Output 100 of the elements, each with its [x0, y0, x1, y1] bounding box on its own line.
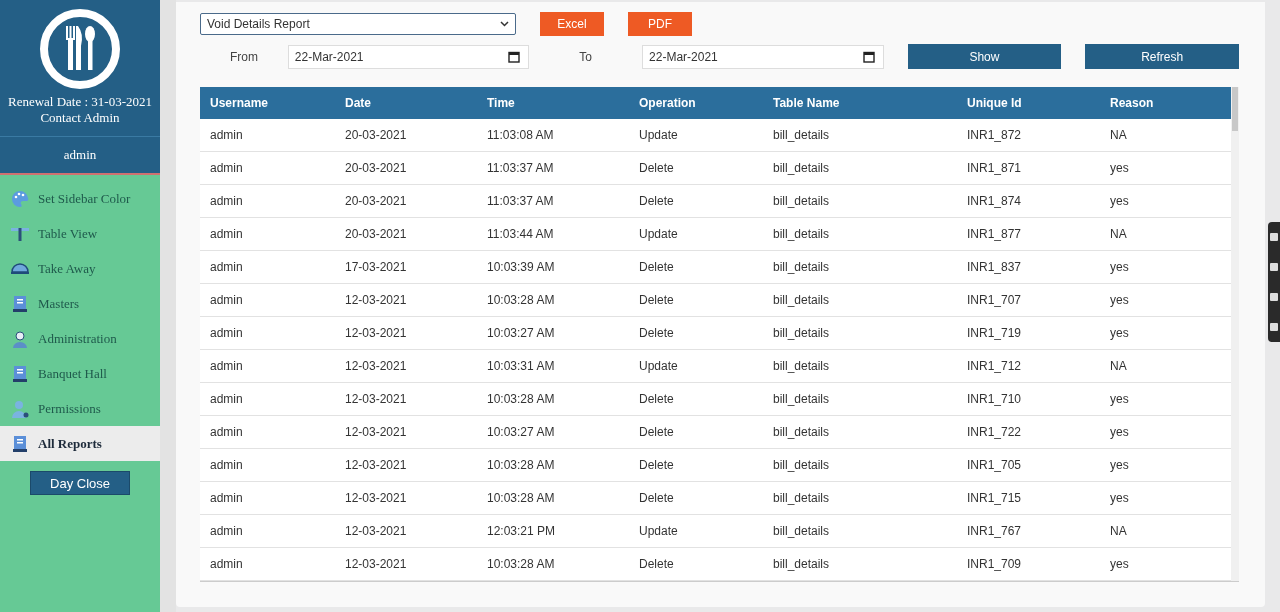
table-cell: Delete: [629, 547, 763, 581]
sidebar-item[interactable]: Set Sidebar Color: [0, 181, 160, 216]
toolbar-icon[interactable]: [1270, 233, 1278, 241]
table-cell: yes: [1100, 547, 1231, 581]
chevron-down-icon: [500, 21, 509, 27]
table-cell: bill_details: [763, 547, 957, 581]
table-cell: INR1_707: [957, 283, 1100, 317]
table-cell: 10:03:28 AM: [477, 481, 629, 515]
table-cell: yes: [1100, 382, 1231, 416]
table-cell: Delete: [629, 415, 763, 449]
to-label: To: [578, 49, 594, 64]
table-cell: admin: [200, 250, 335, 284]
table-cell: INR1_871: [957, 151, 1100, 185]
day-close-button[interactable]: Day Close: [30, 471, 130, 495]
to-date-field[interactable]: 22-Mar-2021: [642, 44, 884, 69]
sidebar-item[interactable]: Banquet Hall: [0, 356, 160, 391]
table-cell: 12-03-2021: [335, 514, 477, 548]
table-cell: NA: [1100, 514, 1231, 548]
table-cell: 11:03:44 AM: [477, 217, 629, 251]
toolbar-icon[interactable]: [1270, 323, 1278, 331]
sidebar-item[interactable]: Administration: [0, 321, 160, 356]
table-cell: 20-03-2021: [335, 119, 477, 152]
calendar-icon[interactable]: [862, 50, 875, 63]
table-cell: yes: [1100, 316, 1231, 350]
column-header[interactable]: Operation: [629, 87, 763, 119]
toolbar-icon[interactable]: [1270, 263, 1278, 271]
column-header[interactable]: Table Name: [763, 87, 957, 119]
column-header[interactable]: Reason: [1100, 87, 1231, 119]
sidebar-item[interactable]: Permissions: [0, 391, 160, 426]
table-cell: 12-03-2021: [335, 547, 477, 581]
table-cell: bill_details: [763, 151, 957, 185]
table-cell: admin: [200, 382, 335, 416]
table-cell: 20-03-2021: [335, 184, 477, 218]
contact-admin-text: Contact Admin: [40, 110, 120, 126]
table-cell: Delete: [629, 283, 763, 317]
pdf-button[interactable]: PDF: [628, 12, 692, 36]
table-cell: 12-03-2021: [335, 316, 477, 350]
refresh-button[interactable]: Refresh: [1085, 44, 1239, 69]
toolbar-icon[interactable]: [1270, 293, 1278, 301]
table-cell: Update: [629, 349, 763, 383]
table-cell: bill_details: [763, 349, 957, 383]
show-button[interactable]: Show: [907, 44, 1062, 69]
table-cell: Delete: [629, 250, 763, 284]
table-cell: admin: [200, 514, 335, 548]
table-cell: INR1_710: [957, 382, 1100, 416]
table-cell: 11:03:37 AM: [477, 184, 629, 218]
table-cell: INR1_872: [957, 119, 1100, 152]
table-cell: bill_details: [763, 217, 957, 251]
service-bell-icon: [10, 262, 30, 275]
user-icon: [10, 398, 30, 419]
excel-button[interactable]: Excel: [540, 12, 604, 36]
table-cell: INR1_719: [957, 316, 1100, 350]
column-header[interactable]: Unique Id: [957, 87, 1100, 119]
table-cell: bill_details: [763, 250, 957, 284]
table-cell: Delete: [629, 382, 763, 416]
table-cell: yes: [1100, 283, 1231, 317]
person-icon: [10, 328, 30, 349]
sidebar-item[interactable]: Take Away: [0, 251, 160, 286]
table-cell: 12-03-2021: [335, 349, 477, 383]
calendar-icon[interactable]: [508, 50, 521, 63]
table-cell: admin: [200, 316, 335, 350]
from-date-field[interactable]: 22-Mar-2021: [287, 44, 530, 69]
sidebar-item[interactable]: All Reports: [0, 426, 160, 461]
table-cell: INR1_712: [957, 349, 1100, 383]
table-cell: NA: [1100, 217, 1231, 251]
table-cell: Update: [629, 217, 763, 251]
table-cell: 11:03:37 AM: [477, 151, 629, 185]
palette-icon: [10, 188, 30, 209]
table-cell: INR1_722: [957, 415, 1100, 449]
table-cell: bill_details: [763, 382, 957, 416]
table-cell: Delete: [629, 448, 763, 482]
book-icon: [10, 363, 30, 384]
table-cell: bill_details: [763, 415, 957, 449]
table-cell: 10:03:28 AM: [477, 382, 629, 416]
table-cell: admin: [200, 151, 335, 185]
table-cell: bill_details: [763, 283, 957, 317]
table-cell: bill_details: [763, 119, 957, 152]
table-cell: bill_details: [763, 448, 957, 482]
scrollbar[interactable]: [1231, 87, 1239, 581]
table-cell: 20-03-2021: [335, 217, 477, 251]
table-cell: yes: [1100, 415, 1231, 449]
column-header[interactable]: Username: [200, 87, 335, 119]
table-cell: 12-03-2021: [335, 481, 477, 515]
table-cell: 20-03-2021: [335, 151, 477, 185]
table-cell: INR1_709: [957, 547, 1100, 581]
column-header[interactable]: Date: [335, 87, 477, 119]
sidebar-item[interactable]: Table View: [0, 216, 160, 251]
sidebar-item[interactable]: Masters: [0, 286, 160, 321]
table-cell: admin: [200, 481, 335, 515]
table-cell: INR1_715: [957, 481, 1100, 515]
table-cell: 12-03-2021: [335, 382, 477, 416]
table-cell: admin: [200, 448, 335, 482]
table-cell: Delete: [629, 481, 763, 515]
column-header[interactable]: Time: [477, 87, 629, 119]
table-cell: bill_details: [763, 316, 957, 350]
table-cell: bill_details: [763, 481, 957, 515]
report-select[interactable]: Void Details Report: [200, 13, 516, 35]
table-cell: admin: [200, 217, 335, 251]
table-cell: bill_details: [763, 514, 957, 548]
table-cell: admin: [200, 349, 335, 383]
